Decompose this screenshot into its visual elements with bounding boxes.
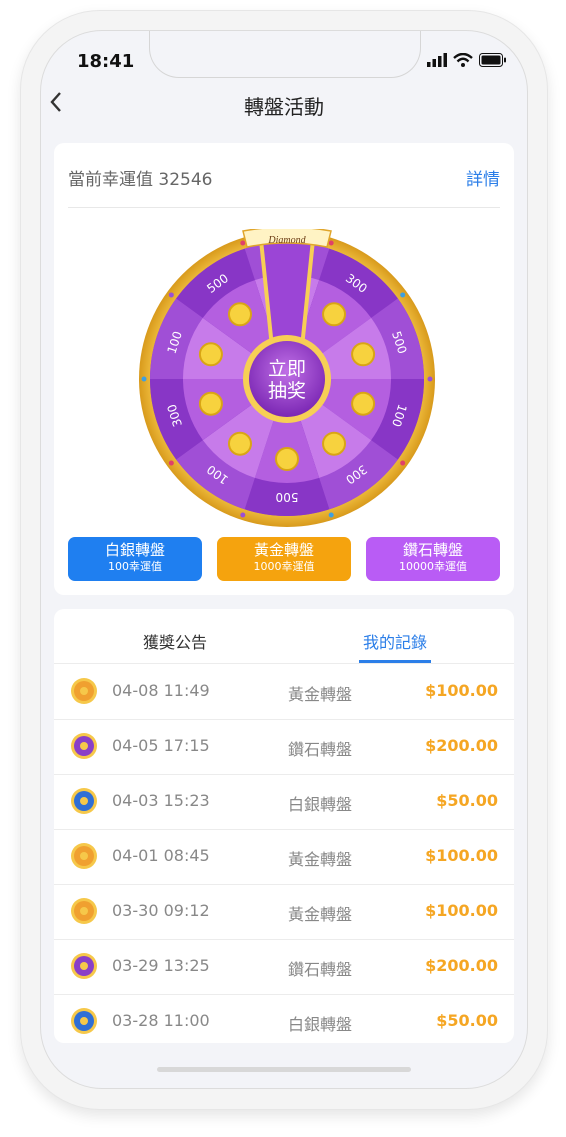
wheel-badge-icon [71,898,97,924]
divider [68,207,500,208]
draw-button-line2: 抽奖 [268,380,306,402]
coin-icon [351,342,376,367]
record-wheel-name: 黃金轉盤 [288,905,353,924]
status-time: 18:41 [77,51,135,72]
wheel-badge-icon [71,788,97,814]
record-amount: $200.00 [425,956,498,975]
wheel-button-cost: 1000幸運值 [253,560,315,573]
record-wheel-name: 黃金轉盤 [288,685,353,704]
wheel-card: 當前幸運值 32546 詳情 1003005001003005001003001… [54,143,514,595]
record-amount: $200.00 [425,736,498,755]
wheel-button-cost: 10000幸運值 [399,560,467,573]
coin-icon [227,302,252,327]
wheel-button-title: 白銀轉盤 [104,541,165,559]
record-row: 04-01 08:45 黃金轉盤 $100.00 [54,829,514,885]
coin-icon [275,447,299,471]
details-link[interactable]: 詳情 [466,165,500,190]
record-amount: $100.00 [425,681,498,700]
record-date: 03-30 09:12 [112,901,210,920]
record-date: 03-29 13:25 [112,956,210,975]
tab-announcements[interactable]: 獲獎公告 [143,629,207,653]
coin-icon [198,342,223,367]
record-amount: $50.00 [436,1011,498,1030]
wheel-badge-icon [71,843,97,869]
record-wheel-name: 白銀轉盤 [288,795,353,814]
wheel-segment-value: 500 [276,490,299,504]
diamond-wheel-button[interactable]: 鑽石轉盤 10000幸運值 [366,537,500,581]
record-date: 04-01 08:45 [112,846,210,865]
wheel-button-title: 鑽石轉盤 [402,541,463,559]
gold-wheel-button[interactable]: 黃金轉盤 1000幸運值 [217,537,351,581]
luck-display: 當前幸運值 32546 [68,165,213,190]
luck-value: 32546 [158,170,213,190]
app-screen: 18:41 轉盤活動 當前幸運值 32546 詳情 300 500 100 30… [40,30,528,1089]
phone-notch [149,31,421,78]
rim-light [328,512,334,518]
wheel-button-cost: 100幸運值 [108,560,162,573]
home-indicator [157,1067,411,1072]
rim-light [240,512,246,518]
record-date: 04-05 17:15 [112,736,210,755]
record-wheel-name: 鑽石轉盤 [288,740,353,759]
coin-icon [198,391,223,416]
rim-light [168,292,174,298]
rim-light [328,240,334,246]
record-row: 03-30 09:12 黃金轉盤 $100.00 [54,884,514,940]
records-card: 獲獎公告 我的記錄 04-08 11:49 黃金轉盤 $100.00 04-05… [54,609,514,1043]
signal-icon [427,53,447,67]
silver-wheel-button[interactable]: 白銀轉盤 100幸運值 [68,537,202,581]
record-wheel-name: 鑽石轉盤 [288,960,353,979]
battery-icon [479,53,506,67]
coin-icon [322,431,347,456]
coin-icon [351,391,376,416]
record-wheel-name: 白銀轉盤 [288,1015,353,1034]
coin-icon [322,302,347,327]
wheel-button-title: 黃金轉盤 [253,541,314,559]
record-row: 03-29 13:25 鑽石轉盤 $200.00 [54,939,514,995]
diamond-banner-text: Diamond [267,235,306,246]
record-date: 04-08 11:49 [112,681,210,700]
luck-label: 當前幸運值 [68,170,153,190]
record-row: 04-03 15:23 白銀轉盤 $50.00 [54,774,514,830]
record-date: 03-28 11:00 [112,1011,210,1030]
wheel-badge-icon [71,678,97,704]
record-amount: $100.00 [425,846,498,865]
rim-light [427,376,433,382]
wheel-badge-icon [71,733,97,759]
rim-light [240,240,246,246]
rim-light [141,376,147,382]
wheel-badge-icon [71,1008,97,1034]
record-row: 04-08 11:49 黃金轉盤 $100.00 [54,664,514,720]
record-amount: $100.00 [425,901,498,920]
rim-light [168,460,174,466]
wifi-icon [453,53,473,67]
record-amount: $50.00 [436,791,498,810]
record-date: 04-03 15:23 [112,791,210,810]
record-row: 04-05 17:15 鑽石轉盤 $200.00 [54,719,514,775]
wheel-badge-icon [71,953,97,979]
record-wheel-name: 黃金轉盤 [288,850,353,869]
record-row: 03-28 11:00 白銀轉盤 $50.00 [54,994,514,1043]
rim-light [400,292,406,298]
prize-wheel[interactable]: 100300500100300500100300100500 Diamond 立… [137,229,437,529]
coin-icon [227,431,252,456]
rim-light [400,460,406,466]
status-icons [427,53,507,67]
draw-button-line1: 立即 [268,358,306,380]
tab-my-records[interactable]: 我的記錄 [363,629,427,653]
page-title: 轉盤活動 [244,95,324,119]
